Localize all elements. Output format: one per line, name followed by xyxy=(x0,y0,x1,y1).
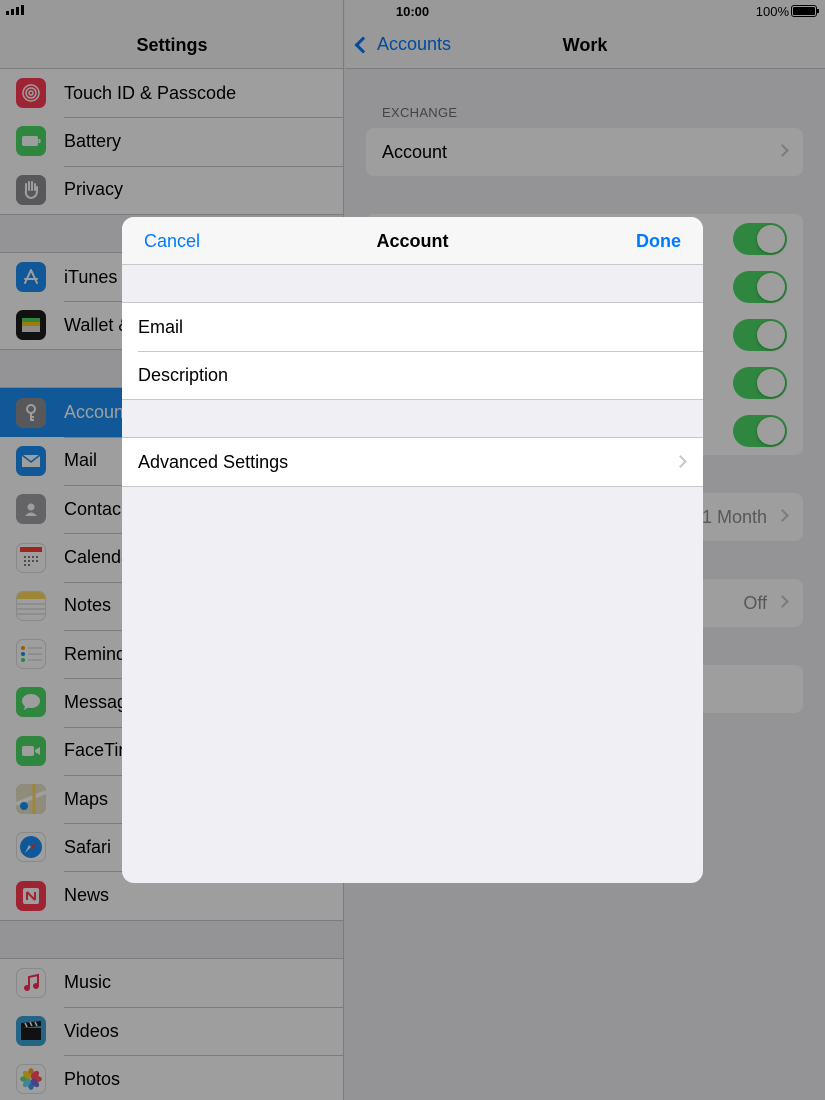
status-bar: 10:00 100% xyxy=(0,0,825,22)
status-time: 10:00 xyxy=(395,4,430,19)
battery-status-icon xyxy=(791,5,819,17)
done-button[interactable]: Done xyxy=(636,231,681,252)
modal-title: Account xyxy=(376,231,449,251)
advanced-group: Advanced Settings xyxy=(122,437,703,487)
account-fields-group: Email Description xyxy=(122,302,703,400)
advanced-settings-row[interactable]: Advanced Settings xyxy=(122,438,703,486)
advanced-settings-label: Advanced Settings xyxy=(138,451,289,472)
description-label: Description xyxy=(138,364,229,385)
modal-nav-bar: Cancel Account Done xyxy=(122,217,703,265)
chevron-right-icon xyxy=(674,455,687,468)
account-modal: Cancel Account Done Email Description Ad… xyxy=(122,217,703,883)
description-field[interactable]: Description xyxy=(122,351,703,399)
email-field[interactable]: Email xyxy=(122,303,703,351)
battery-percentage: 100% xyxy=(755,4,789,19)
email-label: Email xyxy=(138,316,184,337)
